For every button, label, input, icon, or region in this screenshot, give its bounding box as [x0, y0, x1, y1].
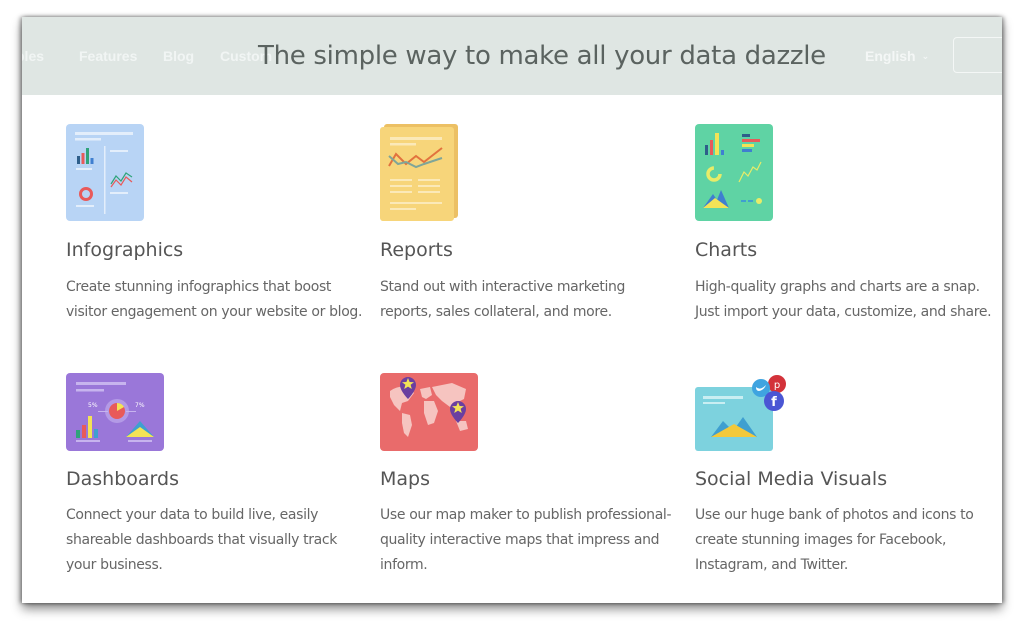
feature-title: Social Media Visuals — [695, 468, 888, 490]
nav-link-examples[interactable]: ples — [22, 48, 44, 64]
feature-title: Reports — [380, 239, 453, 261]
feature-title: Maps — [380, 468, 430, 490]
feature-description: Stand out with interactive marketing rep… — [380, 279, 626, 320]
language-label: English — [865, 48, 916, 64]
pinterest-icon: p — [768, 375, 786, 393]
dashboard-stat-left: 5% — [88, 402, 98, 409]
facebook-icon: f — [764, 391, 784, 411]
signup-button[interactable] — [953, 37, 1002, 73]
charts-icon — [695, 124, 773, 221]
language-selector[interactable]: English ⌄ — [865, 48, 929, 64]
feature-title: Charts — [695, 239, 758, 261]
world-map-icon — [380, 373, 478, 451]
dashboard-icon: 5% 7% — [66, 373, 164, 451]
feature-title: Dashboards — [66, 468, 179, 490]
nav-link-features[interactable]: Features — [79, 48, 137, 64]
report-icon — [380, 124, 458, 221]
top-navigation-bar: ples Features Blog Custom The simple way… — [22, 17, 1002, 95]
feature-description: Use our huge bank of photos and icons to… — [695, 507, 974, 573]
svg-text:p: p — [774, 380, 780, 391]
chevron-down-icon: ⌄ — [921, 51, 930, 61]
page-frame: ples Features Blog Custom The simple way… — [22, 17, 1002, 603]
infographic-icon — [66, 124, 144, 221]
feature-description: Use our map maker to publish professiona… — [380, 507, 672, 573]
page-headline: The simple way to make all your data daz… — [258, 41, 826, 71]
feature-title: Infographics — [66, 239, 184, 261]
feature-description: Connect your data to build live, easily … — [66, 507, 337, 573]
social-media-icon: p f — [695, 375, 786, 451]
feature-description: Create stunning infographics that boost … — [66, 279, 363, 320]
dashboard-stat-right: 7% — [135, 402, 145, 409]
feature-description: High-quality graphs and charts are a sna… — [695, 279, 992, 320]
svg-text:f: f — [771, 395, 777, 410]
nav-link-blog[interactable]: Blog — [163, 48, 194, 64]
